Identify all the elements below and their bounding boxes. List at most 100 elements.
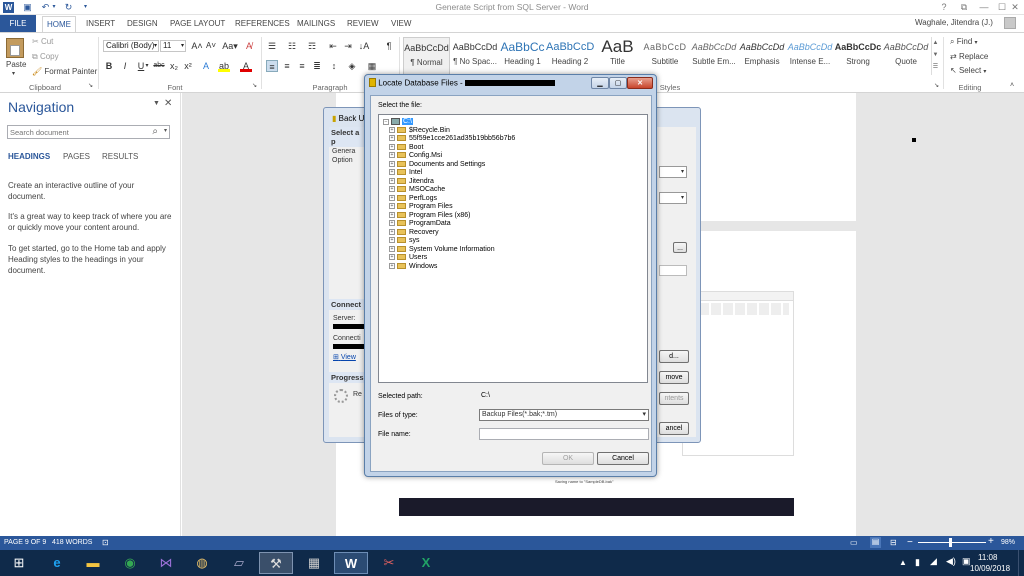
font-size-select[interactable]: 11 ▾: [160, 40, 186, 52]
shrink-font-icon[interactable]: A˅: [205, 40, 217, 52]
show-hidden-icons[interactable]: ▲: [899, 558, 907, 567]
expand-icon[interactable]: +: [389, 135, 395, 142]
align-right-icon[interactable]: ≡: [296, 60, 308, 72]
font-color-icon[interactable]: A: [240, 60, 252, 72]
expand-icon[interactable]: +: [389, 245, 395, 252]
user-avatar[interactable]: [1004, 17, 1016, 29]
clock-time[interactable]: 11:08: [978, 553, 997, 562]
dialog-minimize-button[interactable]: ▁: [591, 77, 609, 89]
tree-folder-item[interactable]: + Intel: [389, 169, 422, 178]
tab-results[interactable]: RESULTS: [102, 152, 138, 161]
zoom-slider[interactable]: [918, 538, 986, 547]
style-no-spacing[interactable]: AaBbCcDd ¶ No Spac...: [450, 37, 500, 75]
paint-icon[interactable]: ◍: [185, 552, 219, 574]
style-strong[interactable]: AaBbCcDc Strong: [834, 37, 882, 75]
ribbon-display-icon[interactable]: ⧉: [954, 1, 974, 13]
remove-button[interactable]: move: [659, 371, 689, 384]
volume-icon[interactable]: ◀): [946, 556, 956, 567]
style-quote[interactable]: AaBbCcDd Quote: [882, 37, 930, 75]
tab-pages[interactable]: PAGES: [63, 152, 90, 161]
tree-folder-item[interactable]: + Documents and Settings: [389, 161, 485, 170]
ok-button[interactable]: OK: [542, 452, 594, 465]
format-painter-button[interactable]: 🖌 Format Painter: [32, 67, 97, 76]
tree-folder-item[interactable]: + System Volume Information: [389, 246, 495, 255]
change-case-icon[interactable]: Aa▾: [222, 40, 238, 52]
increase-indent-icon[interactable]: ⇥: [342, 40, 354, 52]
sql-management-studio-icon[interactable]: ⚒: [259, 552, 293, 574]
calculator-icon[interactable]: ▦: [297, 552, 331, 574]
zoom-in-button[interactable]: +: [988, 536, 994, 547]
tree-root[interactable]: − C:\: [383, 118, 413, 127]
sort-icon[interactable]: ↓A: [358, 40, 370, 52]
style-heading-1[interactable]: AaBbCc Heading 1: [500, 37, 545, 75]
page-options[interactable]: Option: [329, 156, 368, 165]
tab-home[interactable]: HOME: [42, 16, 76, 32]
tree-folder-item[interactable]: + Jitendra: [389, 178, 434, 187]
view-connection-link[interactable]: ⊞ View: [333, 353, 356, 361]
chrome-icon[interactable]: ◉: [113, 552, 147, 574]
cancel-button[interactable]: Cancel: [597, 452, 649, 465]
backup-dropdown-2[interactable]: ▾: [659, 192, 687, 204]
print-layout-icon[interactable]: ▤: [870, 537, 881, 548]
expand-icon[interactable]: +: [389, 262, 395, 269]
file-tree[interactable]: − C:\ + $Recycle.Bin +55f59e1cce261ad35b19b…: [378, 114, 648, 383]
backup-textfield[interactable]: [659, 265, 687, 276]
search-icon[interactable]: ⌕: [152, 126, 158, 137]
decrease-indent-icon[interactable]: ⇤: [327, 40, 339, 52]
tree-folder-item[interactable]: + Program Files: [389, 203, 453, 212]
zoom-level[interactable]: 98%: [1001, 539, 1015, 546]
tree-folder-item[interactable]: + Recovery: [389, 229, 439, 238]
add-button[interactable]: d...: [659, 350, 689, 363]
font-name-select[interactable]: Calibri (Body) ▾: [103, 40, 159, 52]
browse-button[interactable]: ...: [673, 242, 687, 253]
paste-button[interactable]: Paste: [6, 60, 26, 69]
style-normal[interactable]: AaBbCcDd ¶ Normal: [403, 37, 450, 75]
numbering-icon[interactable]: ☷: [286, 40, 298, 52]
battery-icon[interactable]: ▮: [915, 557, 920, 568]
files-of-type-select[interactable]: Backup Files(*.bak;*.tm) ▾: [479, 409, 649, 421]
file-name-input[interactable]: [479, 428, 649, 440]
style-subtitle[interactable]: AaBbCcD Subtitle: [641, 37, 689, 75]
replace-button[interactable]: ⇄ Replace: [950, 52, 988, 61]
strikethrough-icon[interactable]: abc: [152, 60, 166, 72]
tree-folder-item[interactable]: + Windows: [389, 263, 437, 272]
expand-icon[interactable]: +: [389, 169, 395, 176]
tab-references[interactable]: REFERENCES: [233, 18, 292, 32]
expand-icon[interactable]: +: [389, 211, 395, 218]
find-button[interactable]: ⌕ Find ▾: [950, 37, 978, 47]
superscript-icon[interactable]: x²: [182, 60, 194, 72]
snipping-tool-icon[interactable]: ✂: [372, 552, 406, 574]
expand-icon[interactable]: +: [389, 143, 395, 150]
clear-formatting-icon[interactable]: A̸: [243, 40, 255, 52]
borders-icon[interactable]: ▦: [366, 60, 378, 72]
underline-dropdown-icon[interactable]: ▾: [144, 60, 150, 72]
justify-icon[interactable]: ≣: [311, 60, 323, 72]
style-emphasis[interactable]: AaBbCcDd Emphasis: [738, 37, 786, 75]
cut-button[interactable]: ✂ Cut: [32, 37, 53, 46]
zoom-out-button[interactable]: −: [907, 537, 913, 548]
styles-launcher-icon[interactable]: ↘: [934, 82, 939, 89]
nav-options-icon[interactable]: ▼: [153, 100, 160, 107]
clock-date[interactable]: 10/09/2018: [970, 564, 1010, 573]
backup-cancel-button[interactable]: ancel: [659, 422, 689, 435]
page-general[interactable]: Genera: [329, 147, 368, 156]
highlight-icon[interactable]: ab: [218, 60, 230, 72]
visual-studio-icon[interactable]: ⋈: [149, 552, 183, 574]
expand-icon[interactable]: +: [389, 152, 395, 159]
style-heading-2[interactable]: AaBbCcD Heading 2: [546, 37, 594, 75]
word-count[interactable]: 418 WORDS: [52, 539, 92, 546]
window-icon[interactable]: ▱: [222, 552, 256, 574]
styles-scroll[interactable]: ▲ ▼ ☰: [931, 37, 939, 75]
tab-headings[interactable]: HEADINGS: [8, 152, 50, 161]
collapse-icon[interactable]: −: [383, 118, 389, 125]
excel-icon[interactable]: X: [409, 552, 443, 574]
tab-page-layout[interactable]: PAGE LAYOUT: [168, 18, 227, 32]
word-icon[interactable]: W: [334, 552, 368, 574]
style-subtle-emphasis[interactable]: AaBbCcDd Subtle Em...: [690, 37, 738, 75]
multilevel-list-icon[interactable]: ☶: [306, 40, 318, 52]
page-count[interactable]: PAGE 9 OF 9: [4, 539, 46, 546]
style-intense-emphasis[interactable]: AaBbCcDd Intense E...: [786, 37, 834, 75]
nav-close-icon[interactable]: ✕: [164, 98, 172, 109]
expand-icon[interactable]: +: [389, 228, 395, 235]
backup-dropdown-1[interactable]: ▾: [659, 166, 687, 178]
